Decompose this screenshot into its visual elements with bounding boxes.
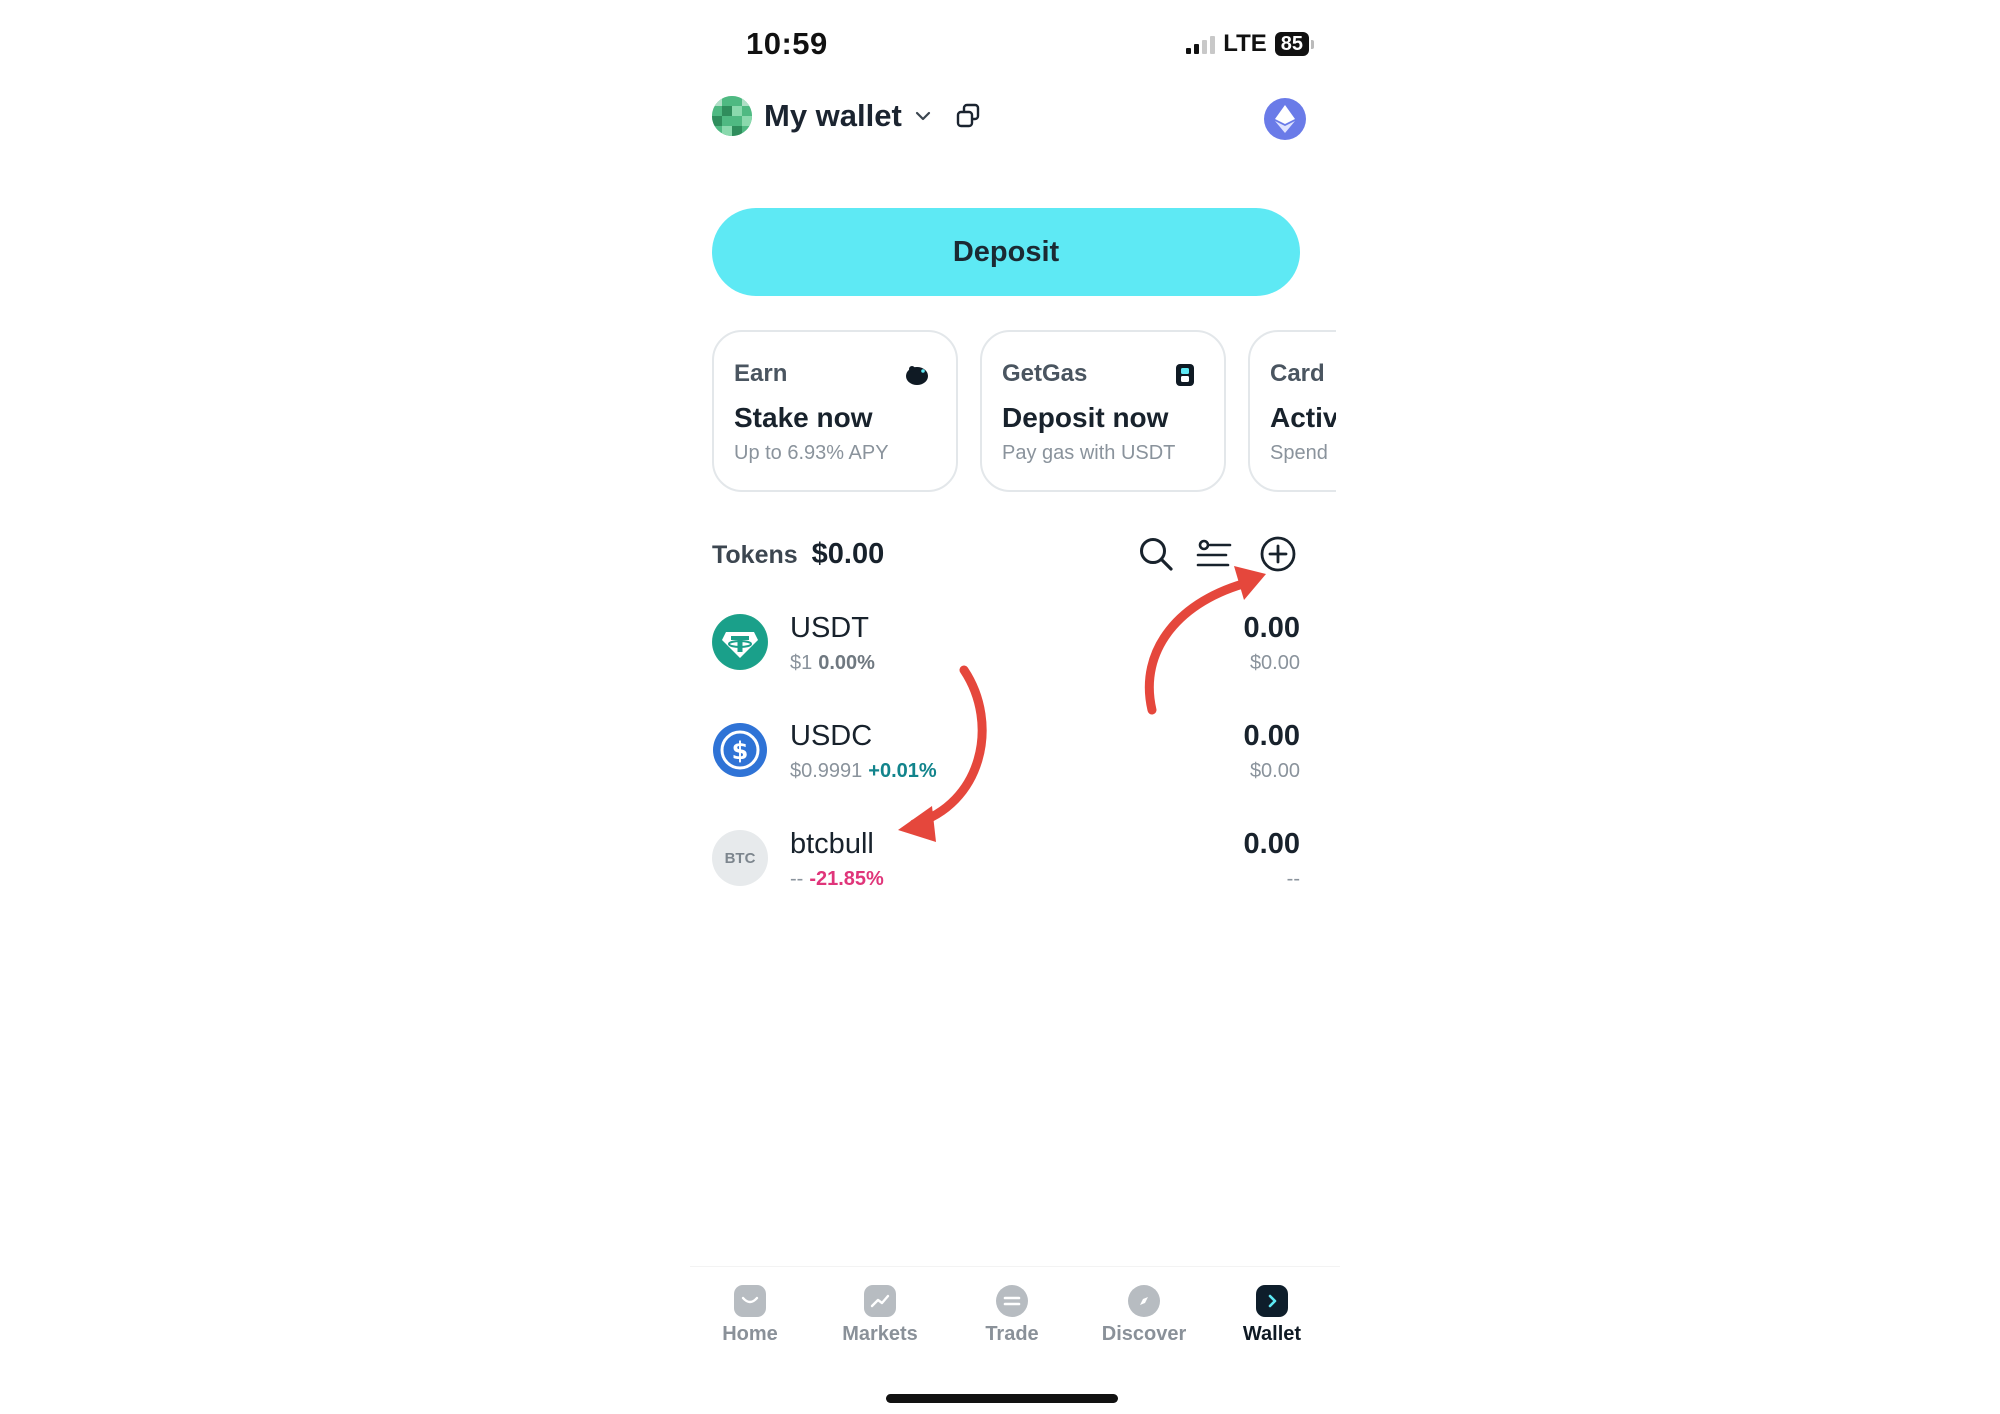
- card-subtitle: Pay gas with USDT: [1002, 442, 1176, 464]
- token-amount: 0.00: [1243, 720, 1300, 752]
- token-row-btcbull[interactable]: BTC btcbull -- -21.85% 0.00 --: [712, 824, 1300, 896]
- btc-logo-icon: BTC: [712, 830, 768, 886]
- token-row-usdt[interactable]: USDT $1 0.00% 0.00 $0.00: [712, 608, 1300, 680]
- battery-level: 85: [1274, 32, 1309, 56]
- nav-trade[interactable]: Trade: [952, 1285, 1072, 1346]
- wallet-icon: [1256, 1285, 1288, 1317]
- nav-home[interactable]: Home: [690, 1285, 810, 1346]
- token-row-usdc[interactable]: $ USDC $0.9991 +0.01% 0.00 $0.00: [712, 716, 1300, 788]
- piggy-bank-icon: [906, 366, 928, 385]
- battery-icon: 85: [1274, 32, 1314, 56]
- tokens-header: Tokens $0.00: [712, 538, 884, 571]
- nav-label: Home: [722, 1323, 778, 1345]
- wallet-name: My wallet: [764, 98, 902, 133]
- wallet-switcher[interactable]: My wallet: [712, 96, 982, 136]
- promo-cards: Earn Stake now Up to 6.93% APY GetGas De…: [712, 330, 1336, 496]
- token-name: USDT: [790, 612, 869, 644]
- token-fiat-value: $0.00: [1249, 652, 1300, 674]
- token-amount: 0.00: [1243, 828, 1300, 860]
- nav-label: Wallet: [1242, 1323, 1302, 1345]
- nav-discover[interactable]: Discover: [1084, 1285, 1204, 1346]
- token-change: 0.00%: [818, 652, 875, 674]
- home-indicator: [886, 1394, 1118, 1403]
- copy-icon[interactable]: [954, 102, 982, 130]
- token-name: USDC: [790, 720, 873, 752]
- search-icon[interactable]: [1136, 534, 1176, 574]
- card-getgas[interactable]: GetGas Deposit now Pay gas with USDT: [980, 330, 1226, 492]
- token-price: $1 0.00%: [790, 652, 875, 674]
- filter-icon[interactable]: [1194, 534, 1234, 574]
- token-amount: 0.00: [1243, 612, 1300, 644]
- usdt-logo-icon: [712, 614, 768, 670]
- wallet-avatar: [712, 96, 752, 136]
- nav-markets[interactable]: Markets: [820, 1285, 940, 1346]
- ethereum-network-icon[interactable]: [1264, 98, 1306, 140]
- token-price: $0.9991 +0.01%: [790, 760, 937, 782]
- card-title: Deposit now: [1002, 402, 1169, 433]
- tokens-total: $0.00: [811, 538, 885, 570]
- home-icon: [734, 1285, 766, 1317]
- card-title: Stake now: [734, 402, 873, 433]
- token-fiat-value: $0.00: [1249, 760, 1300, 782]
- card-card[interactable]: Card Activ Spend: [1248, 330, 1336, 492]
- deposit-button[interactable]: Deposit: [712, 208, 1300, 296]
- bottom-nav: Home Markets Trade Discover Wallet: [690, 1266, 1340, 1357]
- card-subtitle: Up to 6.93% APY: [734, 442, 889, 464]
- card-earn[interactable]: Earn Stake now Up to 6.93% APY: [712, 330, 958, 492]
- nav-label: Markets: [842, 1323, 918, 1345]
- signal-icon: [1186, 34, 1216, 54]
- add-token-icon[interactable]: [1258, 534, 1298, 574]
- phone-screen: 10:59 LTE 85 My wallet Deposit Earn Stak…: [690, 0, 1340, 1414]
- token-price: -- -21.85%: [790, 868, 884, 890]
- token-fiat-value: --: [1286, 868, 1300, 890]
- card-title: Activ: [1270, 402, 1336, 433]
- nav-label: Trade: [985, 1323, 1039, 1345]
- chevron-down-icon: [915, 111, 930, 121]
- card-label: Card: [1270, 360, 1325, 387]
- status-indicators: LTE 85: [1186, 30, 1314, 58]
- network-type: LTE: [1223, 30, 1267, 57]
- trade-icon: [996, 1285, 1028, 1317]
- token-name: btcbull: [790, 828, 874, 860]
- svg-text:$: $: [732, 737, 749, 765]
- nav-label: Discover: [1101, 1323, 1187, 1345]
- token-change: -21.85%: [809, 868, 884, 890]
- compass-icon: [1128, 1285, 1160, 1317]
- usdc-logo-icon: $: [712, 722, 768, 778]
- fuel-icon: [1176, 364, 1194, 386]
- markets-icon: [864, 1285, 896, 1317]
- status-time: 10:59: [746, 26, 828, 61]
- card-subtitle: Spend: [1270, 442, 1328, 464]
- tokens-label: Tokens: [712, 541, 798, 569]
- token-change: +0.01%: [868, 760, 937, 782]
- nav-wallet[interactable]: Wallet: [1212, 1285, 1332, 1346]
